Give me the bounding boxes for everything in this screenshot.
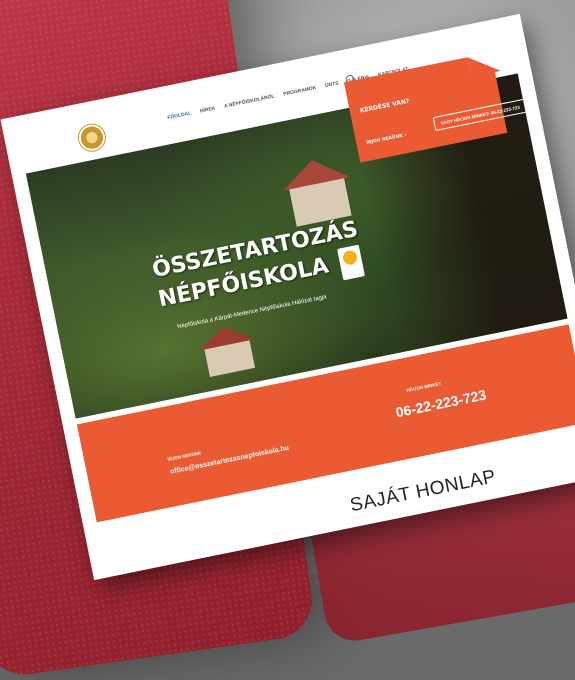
email-link[interactable]: office@osszetartozasnepfoiskola.hu xyxy=(170,445,290,476)
phone-label: HÍVJON MINKET xyxy=(406,381,442,393)
menu-item-programs[interactable]: PROGRAMOK xyxy=(283,85,317,98)
website-screenshot: FŐOLDAL HÍREK A NÉPFŐISKOLÁRÓL PROGRAMOK… xyxy=(16,30,575,523)
email-label: ÍRJON NEKÜNK xyxy=(167,450,202,463)
menu-item-events[interactable]: ÜNTS xyxy=(325,80,340,89)
menu-item-about[interactable]: A NÉPFŐISKOLÁRÓL xyxy=(224,93,276,109)
site-logo[interactable] xyxy=(75,121,109,155)
menu-item-news[interactable]: HÍREK xyxy=(199,106,215,115)
menu-item-home[interactable]: FŐOLDAL xyxy=(167,110,192,121)
